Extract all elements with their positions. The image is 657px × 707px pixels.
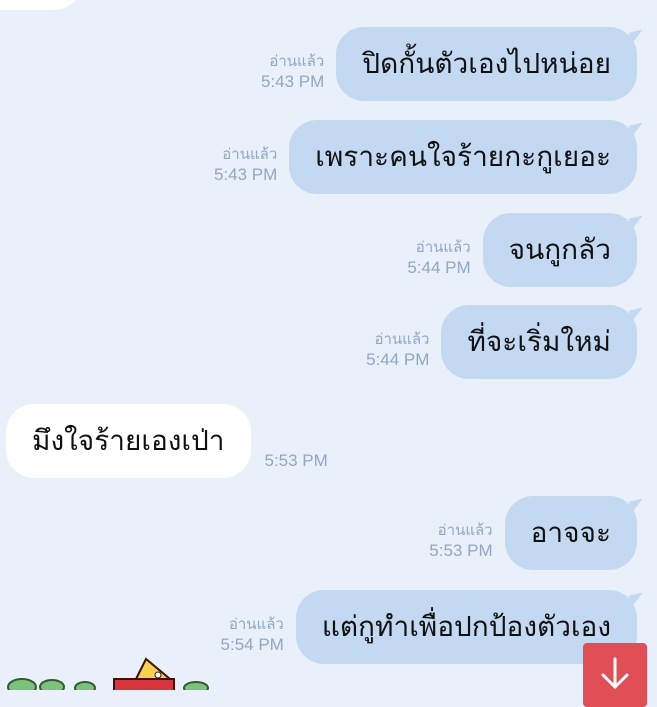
outgoing-message-bubble[interactable]: ที่จะเริ่มใหม่ — [441, 305, 637, 379]
message-row: มึงใจร้ายเองเป่า 5:53 PM — [6, 404, 328, 478]
message-meta: 5:53 PM — [265, 450, 328, 472]
message-time: 5:44 PM — [407, 258, 471, 277]
read-receipt: อ่านแล้ว — [437, 521, 493, 539]
message-time: 5:53 PM — [429, 541, 493, 560]
read-receipt: อ่านแล้ว — [269, 52, 325, 70]
outgoing-message-bubble[interactable]: เพราะคนใจร้ายกะกูเยอะ — [289, 120, 637, 194]
background-illustration — [7, 657, 209, 690]
scroll-to-bottom-button[interactable] — [583, 643, 647, 707]
message-row: อ่านแล้ว 5:43 PM เพราะคนใจร้ายกะกูเยอะ — [214, 120, 637, 194]
message-time: 5:53 PM — [264, 451, 328, 470]
outgoing-message-bubble[interactable]: อาจจะ — [504, 496, 637, 570]
message-time: 5:54 PM — [220, 635, 284, 654]
message-row: อ่านแล้ว 5:44 PM จนกูกลัว — [407, 213, 637, 287]
message-meta: อ่านแล้ว 5:44 PM — [407, 237, 470, 279]
read-receipt: อ่านแล้ว — [415, 238, 471, 256]
outgoing-message-bubble[interactable]: จนกูกลัว — [482, 213, 637, 287]
message-meta: อ่านแล้ว 5:53 PM — [429, 520, 492, 562]
message-meta: อ่านแล้ว 5:54 PM — [221, 614, 284, 656]
message-meta: อ่านแล้ว 5:44 PM — [366, 329, 429, 371]
message-meta: อ่านแล้ว 5:43 PM — [261, 51, 324, 93]
chat-area: อ่านแล้ว 5:43 PM ปิดกั้นตัวเองไปหน่อย อ่… — [0, 0, 657, 707]
read-receipt: อ่านแล้ว — [228, 615, 284, 633]
read-receipt: อ่านแล้ว — [374, 330, 430, 348]
message-meta: อ่านแล้ว 5:43 PM — [214, 144, 277, 186]
message-row: อ่านแล้ว 5:53 PM อาจจะ — [429, 496, 637, 570]
outgoing-message-bubble[interactable]: ปิดกั้นตัวเองไปหน่อย — [336, 27, 637, 101]
message-time: 5:43 PM — [213, 165, 278, 184]
message-row: อ่านแล้ว 5:54 PM แต่กูทำเพื่อปกป้องตัวเอ… — [221, 590, 637, 664]
read-receipt: อ่านแล้ว — [222, 145, 278, 163]
partial-message-bubble — [0, 0, 82, 10]
arrow-down-icon — [601, 657, 629, 689]
message-row: อ่านแล้ว 5:43 PM ปิดกั้นตัวเองไปหน่อย — [261, 27, 637, 101]
message-time: 5:43 PM — [260, 72, 325, 91]
incoming-message-bubble[interactable]: มึงใจร้ายเองเป่า — [6, 404, 251, 478]
message-row: อ่านแล้ว 5:44 PM ที่จะเริ่มใหม่ — [366, 305, 637, 379]
message-time: 5:44 PM — [366, 350, 430, 369]
